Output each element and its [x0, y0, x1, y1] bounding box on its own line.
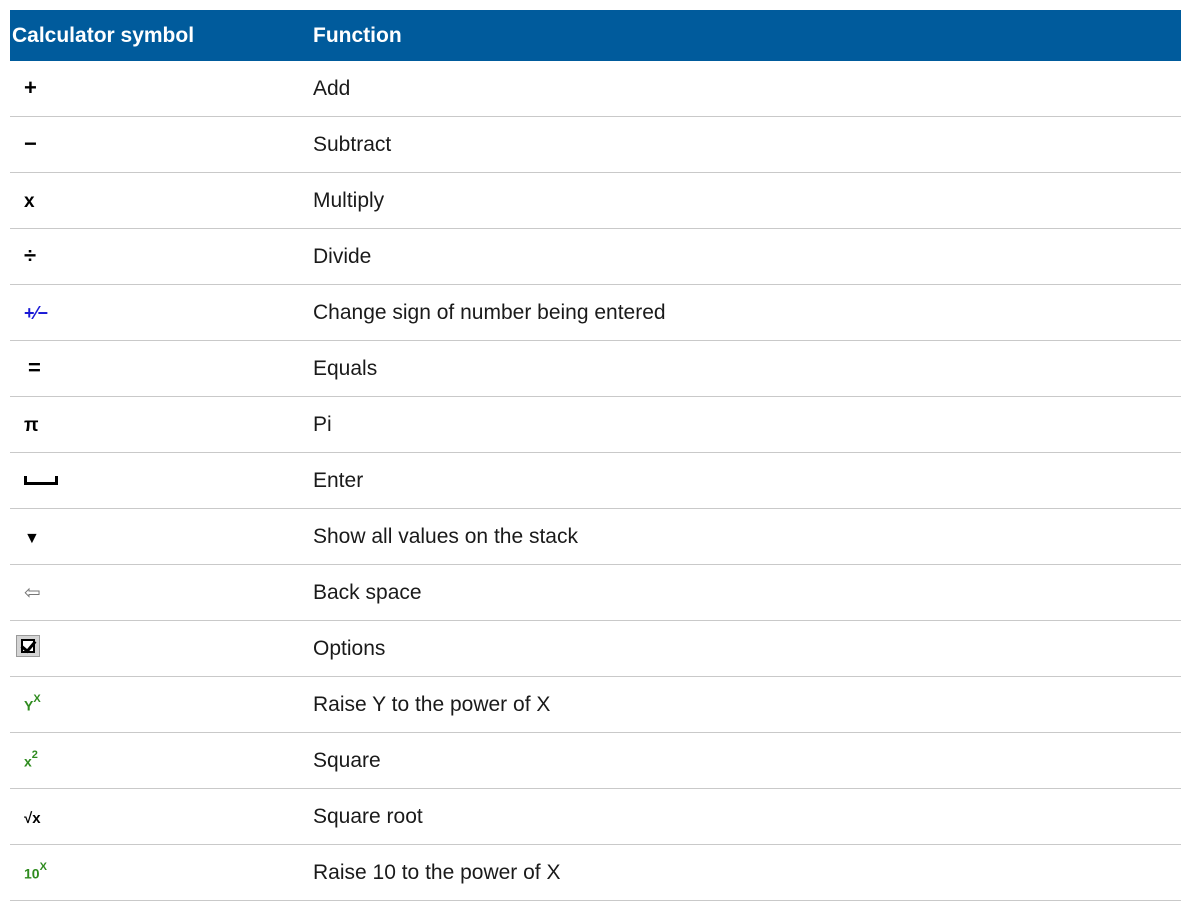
function-label: Divide — [313, 228, 1181, 285]
pi-icon: π — [24, 414, 39, 436]
table-row: π Pi — [10, 396, 1181, 453]
table-row: ▼ Show all values on the stack — [10, 508, 1181, 565]
function-label: Back space — [313, 564, 1181, 621]
table-row: YX Raise Y to the power of X — [10, 676, 1181, 733]
change-sign-icon: +⁄− — [24, 302, 49, 323]
table-row: √x Square root — [10, 788, 1181, 845]
equals-icon: = — [28, 354, 41, 380]
table-row: = Equals — [10, 340, 1181, 397]
table-row: + Add — [10, 61, 1181, 117]
function-label: Raise Y to the power of X — [313, 676, 1181, 733]
table-row: ⇦ Back space — [10, 564, 1181, 621]
function-label: Add — [313, 61, 1181, 117]
function-label: Pi — [313, 396, 1181, 453]
table-row: x Multiply — [10, 172, 1181, 229]
square-root-icon: √x — [24, 809, 41, 827]
table-row: − Subtract — [10, 116, 1181, 173]
header-calculator-symbol: Calculator symbol — [10, 10, 313, 61]
header-function: Function — [313, 10, 1181, 61]
y-power-x-icon: YX — [24, 692, 41, 714]
function-label: Multiply — [313, 172, 1181, 229]
calculator-symbol-table: Calculator symbol Function + Add − Subtr… — [10, 10, 1181, 901]
function-label: Options — [313, 620, 1181, 677]
function-label: Square — [313, 732, 1181, 789]
back-space-icon: ⇦ — [24, 581, 41, 604]
show-stack-icon: ▼ — [24, 529, 40, 547]
table-row: Options — [10, 620, 1181, 677]
minus-icon: − — [24, 130, 37, 156]
table-row: x2 Square — [10, 732, 1181, 789]
divide-icon: ÷ — [24, 242, 37, 268]
table-row: +⁄− Change sign of number being entered — [10, 284, 1181, 341]
table-row: 10X Raise 10 to the power of X — [10, 844, 1181, 901]
function-label: Subtract — [313, 116, 1181, 173]
table-row: ÷ Divide — [10, 228, 1181, 285]
function-label: Raise 10 to the power of X — [313, 844, 1181, 901]
plus-icon: + — [24, 74, 37, 100]
options-checkbox-icon — [16, 634, 40, 657]
function-label: Square root — [313, 788, 1181, 845]
multiply-icon: x — [24, 190, 35, 212]
square-icon: x2 — [24, 748, 38, 770]
table-row: Enter — [10, 452, 1181, 509]
function-label: Show all values on the stack — [313, 508, 1181, 565]
function-label: Change sign of number being entered — [313, 284, 1181, 341]
function-label: Equals — [313, 340, 1181, 397]
enter-icon — [24, 475, 58, 485]
ten-power-x-icon: 10X — [24, 860, 47, 882]
table-header-row: Calculator symbol Function — [10, 10, 1181, 61]
function-label: Enter — [313, 452, 1181, 509]
